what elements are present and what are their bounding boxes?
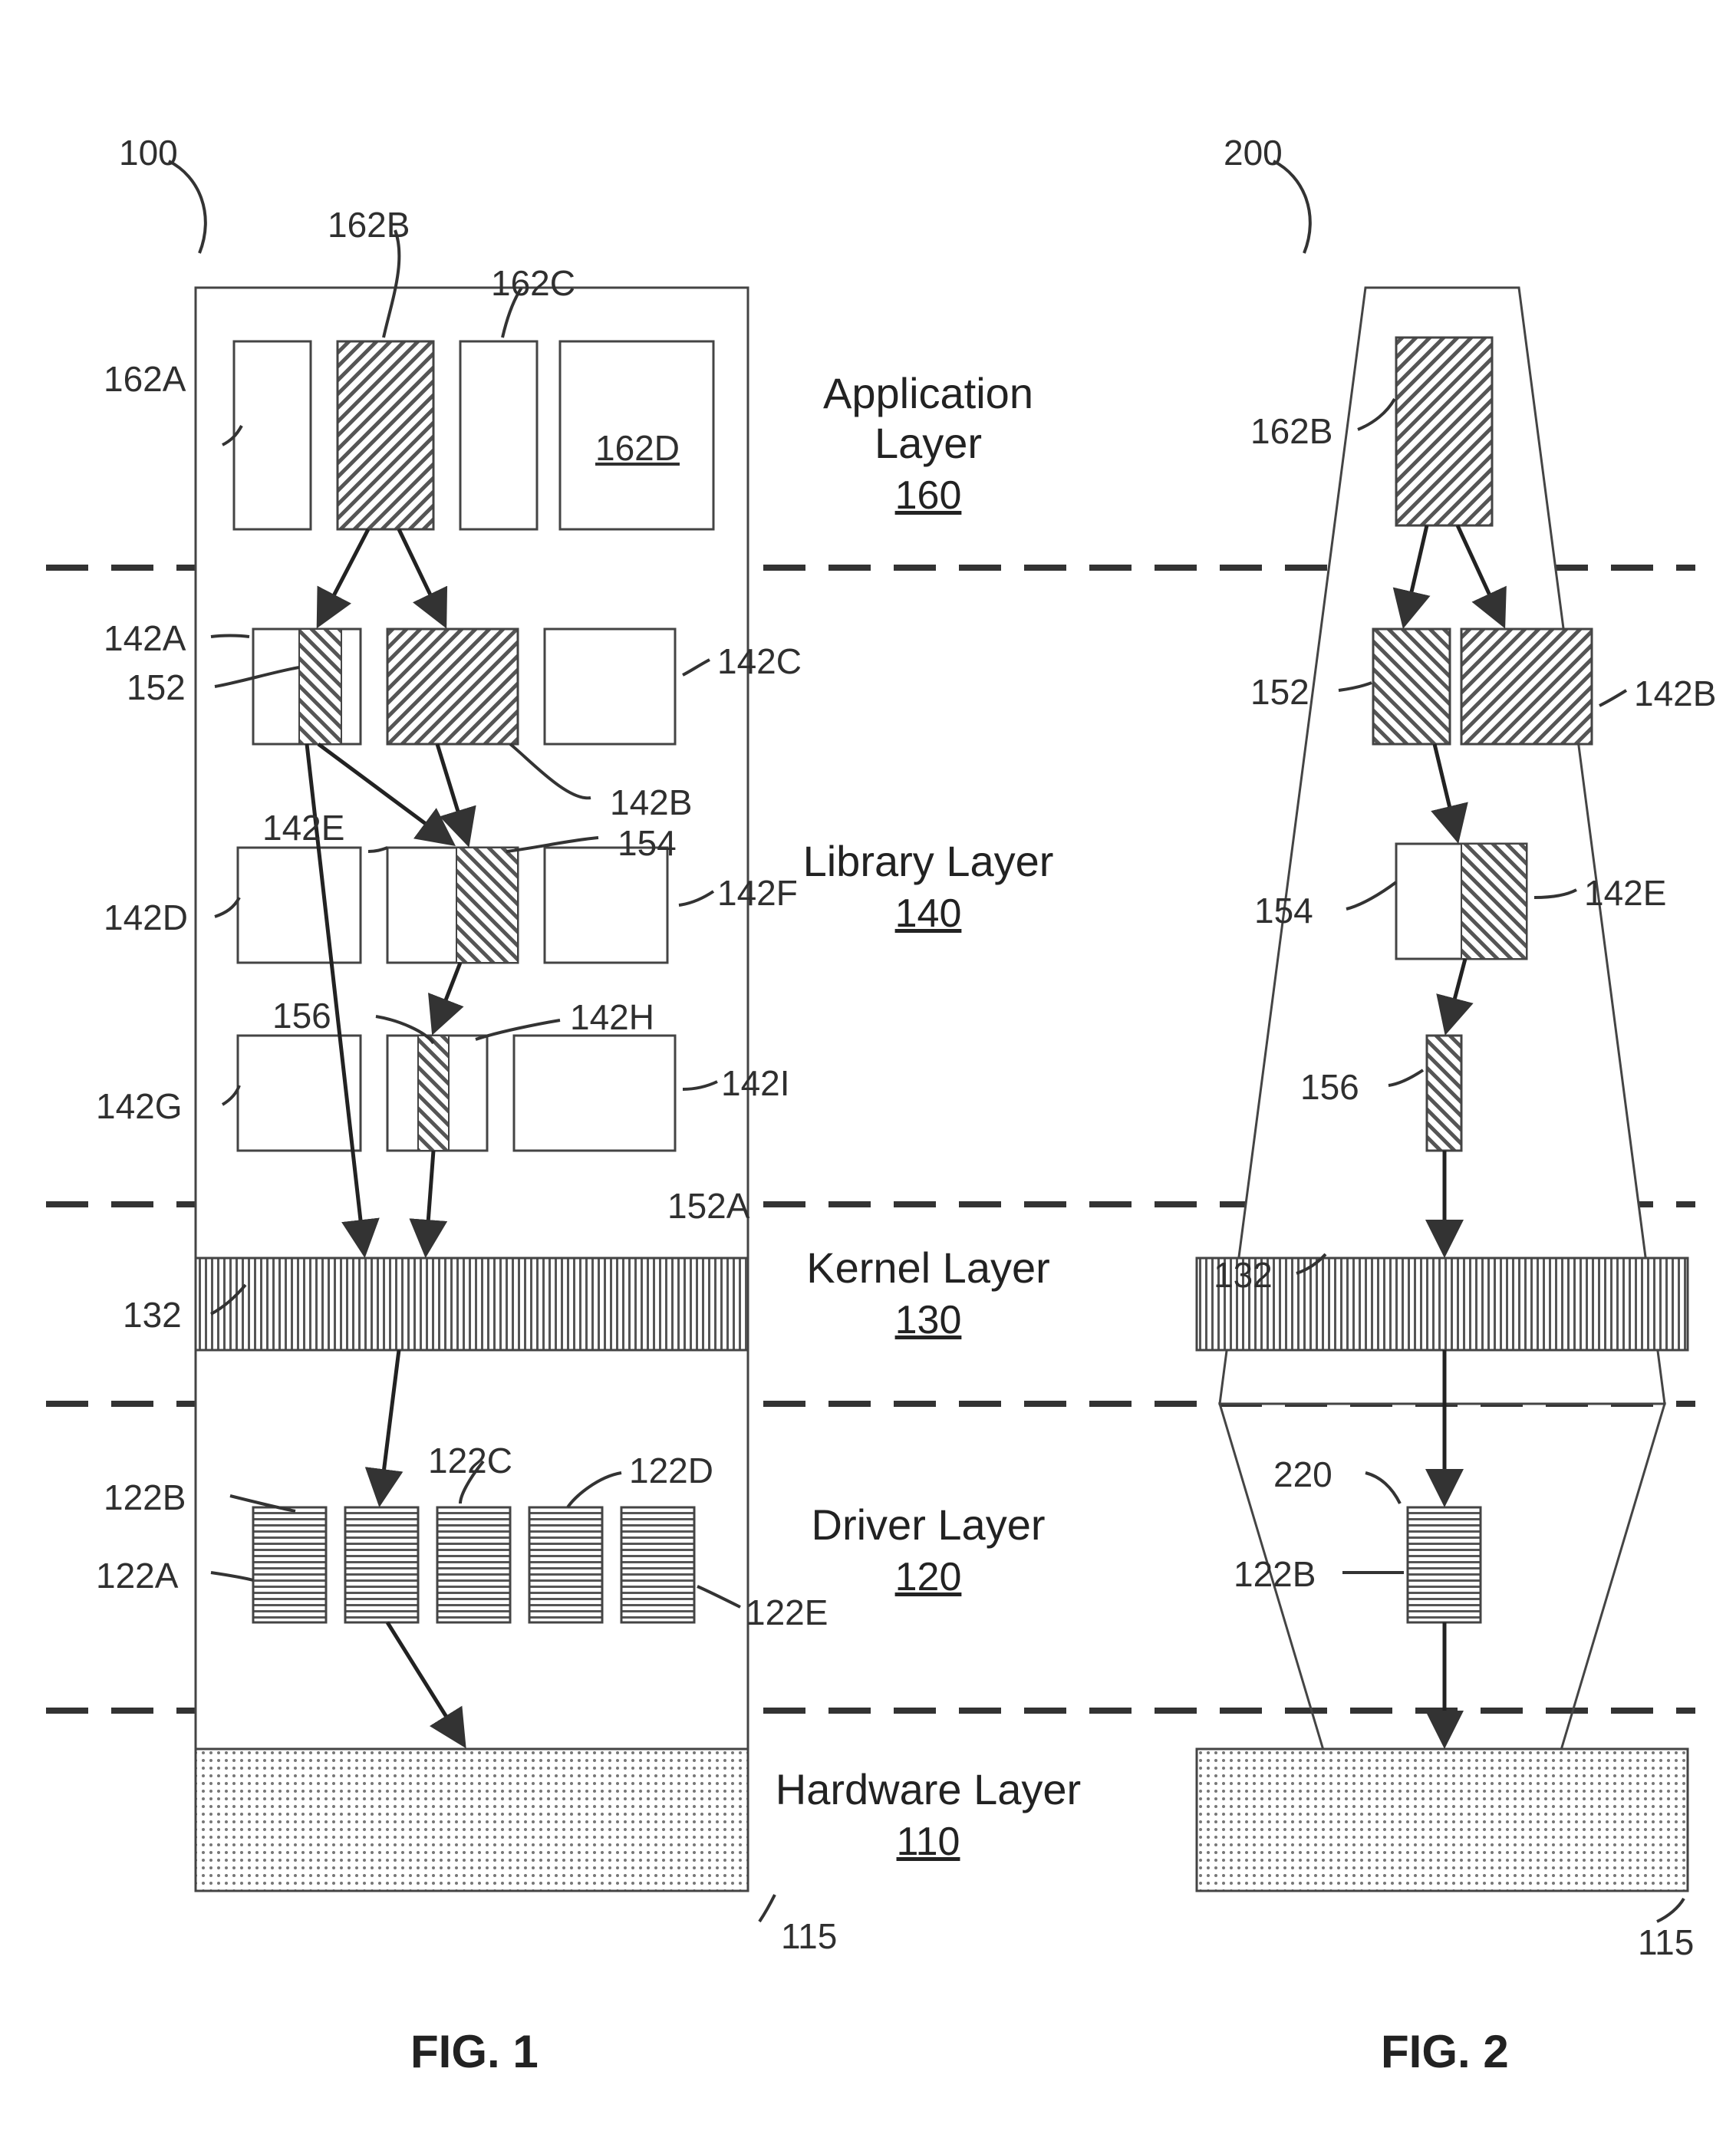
layer-app-text: Application Layer	[775, 368, 1082, 468]
box-162B	[338, 341, 433, 529]
ref-152-r: 152	[1250, 674, 1309, 710]
layer-app-name: Application Layer 160	[775, 368, 1082, 519]
box-122A	[253, 1507, 326, 1622]
ref-142E-r: 142E	[1584, 874, 1666, 911]
box-142D	[238, 848, 361, 963]
box-152	[299, 629, 341, 744]
layer-kernel-num: 130	[775, 1297, 1082, 1343]
ref-152A: 152A	[667, 1187, 749, 1224]
ref-154: 154	[618, 825, 677, 861]
box-152-r	[1373, 629, 1450, 744]
box-122B-r	[1408, 1507, 1481, 1622]
box-132	[196, 1258, 748, 1350]
box-142C	[545, 629, 675, 744]
fig1-group	[169, 161, 775, 1922]
ref-115-l: 115	[781, 1918, 837, 1955]
ref-162C: 162C	[491, 265, 575, 301]
ref-142A: 142A	[104, 620, 186, 657]
layer-lib-name: Library Layer 140	[775, 836, 1082, 937]
layer-driver-name: Driver Layer 120	[775, 1500, 1082, 1600]
layer-lib-num: 140	[775, 891, 1082, 937]
ref-142B-r: 142B	[1634, 675, 1716, 712]
ref-152: 152	[127, 669, 186, 706]
box-122C	[437, 1507, 510, 1622]
layer-hw-text: Hardware Layer	[775, 1764, 1082, 1814]
layer-kernel-name: Kernel Layer 130	[775, 1243, 1082, 1343]
ref-162B: 162B	[328, 206, 410, 243]
box-115-left	[196, 1749, 748, 1891]
layer-hw-name: Hardware Layer 110	[775, 1764, 1082, 1865]
box-162B-r	[1396, 338, 1492, 525]
ref-142H: 142H	[570, 999, 654, 1036]
layer-kernel-text: Kernel Layer	[775, 1243, 1082, 1293]
box-142B	[387, 629, 518, 744]
ref-100: 100	[119, 134, 178, 171]
box-115-right	[1197, 1749, 1688, 1891]
figure-page: { "figures": { "fig1": "FIG. 1", "fig2":…	[0, 0, 1736, 2154]
box-156-r	[1427, 1036, 1461, 1151]
ref-162A: 162A	[104, 361, 186, 397]
ref-220: 220	[1273, 1456, 1332, 1493]
layer-driver-num: 120	[775, 1554, 1082, 1600]
ref-122B-r: 122B	[1234, 1556, 1316, 1592]
box-122B	[345, 1507, 418, 1622]
layer-hw-num: 110	[775, 1819, 1082, 1865]
ref-162D: 162D	[595, 430, 680, 466]
ref-122D: 122D	[629, 1452, 713, 1489]
box-142F	[545, 848, 667, 963]
ref-122C: 122C	[428, 1442, 512, 1479]
ref-115-r: 115	[1638, 1924, 1694, 1961]
box-162A	[234, 341, 311, 529]
ref-122A: 122A	[96, 1557, 178, 1594]
ref-142I: 142I	[721, 1065, 790, 1102]
box-154-r	[1461, 844, 1527, 959]
ref-156-r: 156	[1300, 1069, 1359, 1105]
ref-142G: 142G	[96, 1088, 183, 1125]
layer-driver-text: Driver Layer	[775, 1500, 1082, 1550]
drivers-fig1	[253, 1507, 694, 1622]
ref-142B: 142B	[610, 784, 692, 821]
layer-app-num: 160	[775, 473, 1082, 519]
ref-142E: 142E	[262, 809, 344, 846]
ref-132: 132	[123, 1296, 182, 1333]
ref-200: 200	[1224, 134, 1283, 171]
ref-154-r: 154	[1254, 892, 1313, 929]
box-162C	[460, 341, 537, 529]
box-142I	[514, 1036, 675, 1151]
ref-122B: 122B	[104, 1479, 186, 1516]
ref-162B-r: 162B	[1250, 413, 1332, 450]
layer-lib-text: Library Layer	[775, 836, 1082, 886]
box-122E	[621, 1507, 694, 1622]
box-154	[456, 848, 518, 963]
ref-156: 156	[272, 997, 331, 1034]
ref-132-r: 132	[1214, 1256, 1273, 1293]
caption-fig1: FIG. 1	[410, 2025, 539, 2078]
box-156	[418, 1036, 449, 1151]
ref-142C: 142C	[717, 643, 802, 680]
ref-142D: 142D	[104, 899, 188, 936]
caption-fig2: FIG. 2	[1381, 2025, 1509, 2078]
box-142B-r	[1461, 629, 1592, 744]
box-122D	[529, 1507, 602, 1622]
